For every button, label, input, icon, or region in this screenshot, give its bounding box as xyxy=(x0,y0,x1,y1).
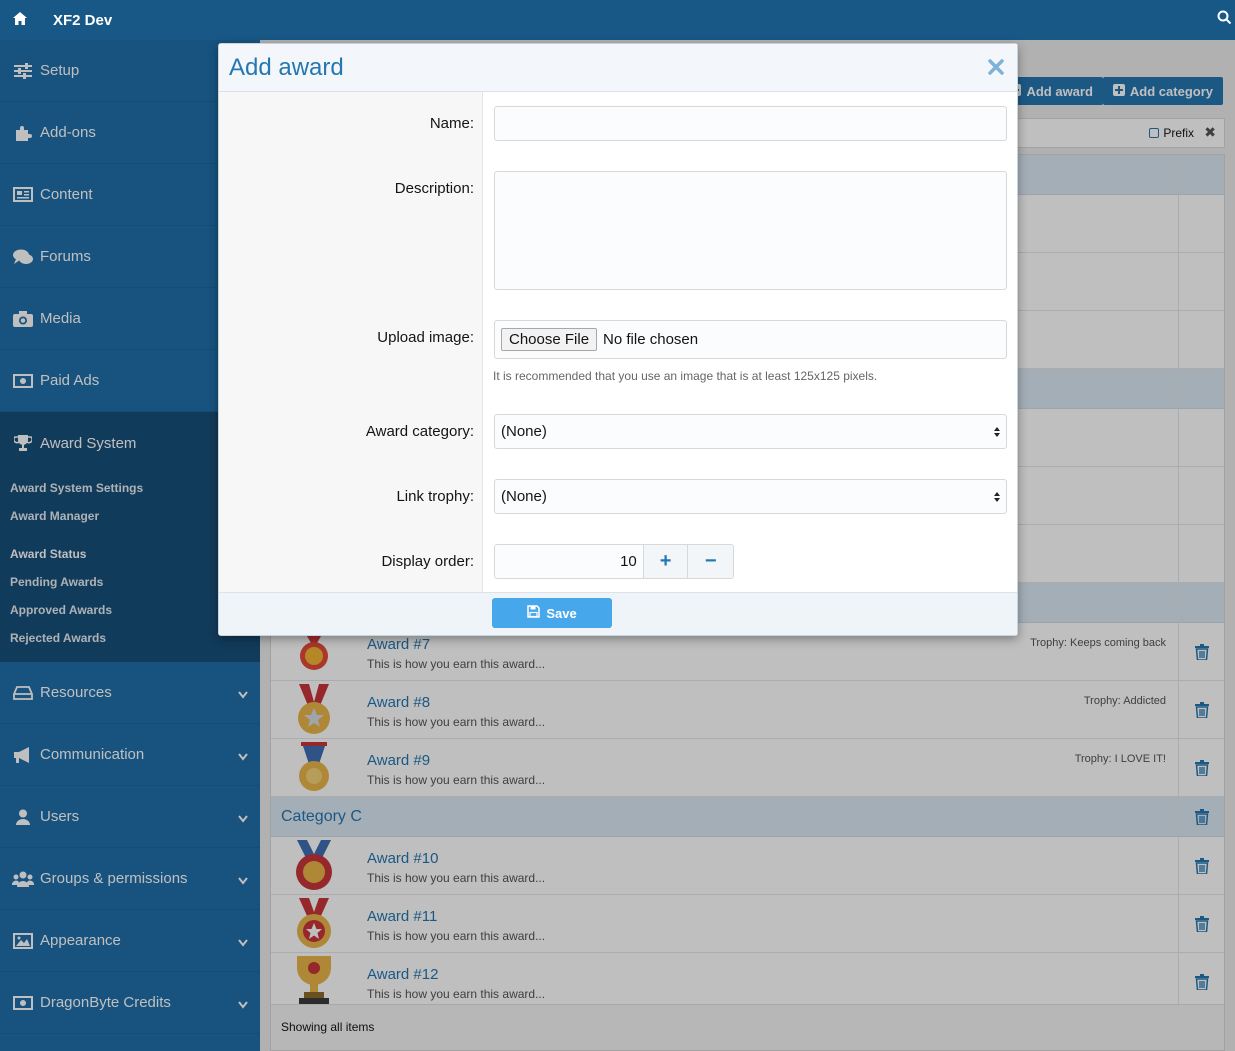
display-order-input[interactable]: 10 xyxy=(495,545,644,578)
upload-image-label: Upload image: xyxy=(377,329,474,346)
home-icon[interactable] xyxy=(0,11,40,29)
award-category-label: Award category: xyxy=(365,423,474,440)
board-title[interactable]: XF2 Dev xyxy=(53,12,112,29)
selected-value: (None) xyxy=(501,488,547,505)
select-arrows-icon xyxy=(994,492,1000,502)
award-form: Name: Description: Upload image: Choose … xyxy=(219,92,1019,594)
save-label: Save xyxy=(546,605,577,621)
select-arrows-icon xyxy=(994,427,1000,437)
top-bar: XF2 Dev xyxy=(0,0,1235,40)
close-icon[interactable] xyxy=(987,58,1005,76)
award-category-select[interactable]: (None) xyxy=(494,414,1007,449)
search-icon[interactable] xyxy=(1217,10,1232,25)
display-order-stepper: 10 + − xyxy=(494,544,734,579)
add-award-dialog: Add award Name: Description: Upload imag… xyxy=(218,43,1018,636)
save-button[interactable]: Save xyxy=(492,598,612,628)
upload-hint: It is recommended that you use an image … xyxy=(493,369,878,383)
selected-value: (None) xyxy=(501,423,547,440)
description-label: Description: xyxy=(394,180,474,197)
dialog-header: Add award xyxy=(219,44,1017,92)
description-textarea[interactable] xyxy=(494,171,1007,290)
link-trophy-select[interactable]: (None) xyxy=(494,479,1007,514)
name-input[interactable] xyxy=(494,106,1007,141)
save-icon xyxy=(527,605,541,621)
display-order-label: Display order: xyxy=(381,553,474,570)
increment-button[interactable]: + xyxy=(643,545,689,578)
link-trophy-label: Link trophy: xyxy=(396,488,474,505)
name-label: Name: xyxy=(429,115,474,132)
decrement-button[interactable]: − xyxy=(688,545,733,578)
file-status: No file chosen xyxy=(603,331,699,348)
dialog-footer: Save xyxy=(219,592,1017,635)
upload-image-input[interactable]: Choose File No file chosen xyxy=(494,320,1007,359)
dialog-title: Add award xyxy=(229,54,344,81)
choose-file-button[interactable]: Choose File xyxy=(501,328,598,351)
